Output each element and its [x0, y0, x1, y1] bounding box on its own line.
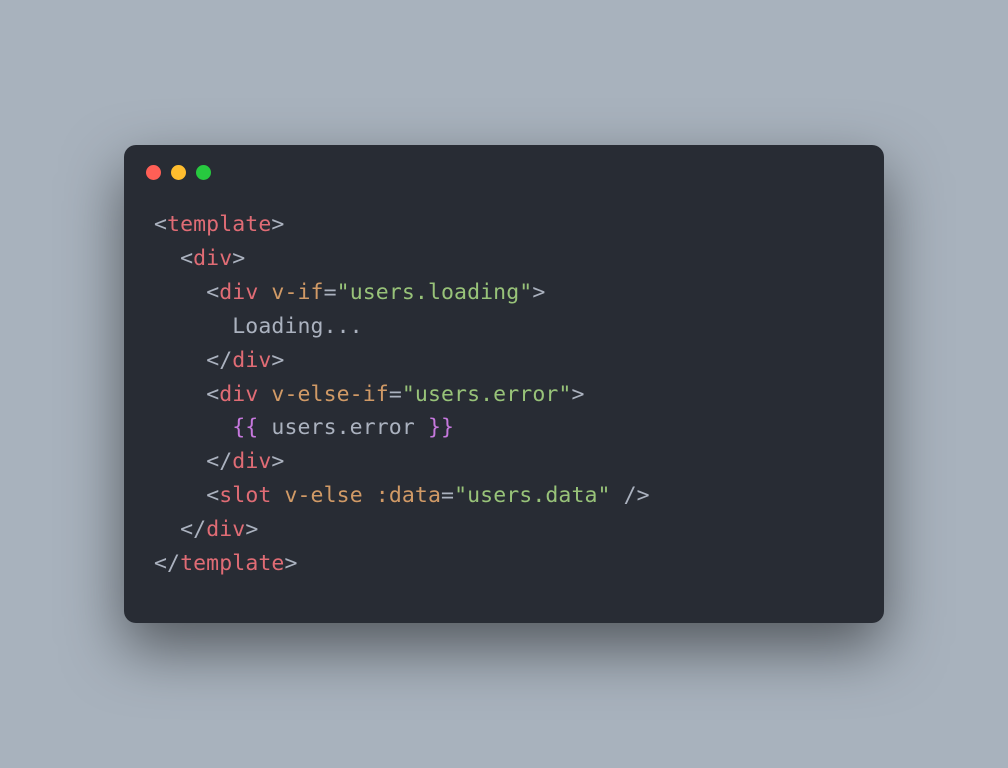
code-token-punct: </	[154, 551, 180, 576]
code-token-punct: <	[154, 212, 167, 237]
code-token-tag: template	[167, 212, 271, 237]
code-token-punct: >	[271, 348, 284, 373]
code-token-string: "users.loading"	[337, 280, 533, 305]
code-token-attr: v-if	[271, 280, 323, 305]
code-token-tag: div	[219, 382, 258, 407]
code-token-punct: </	[206, 449, 232, 474]
code-token-text: Loading...	[232, 314, 362, 339]
code-token-punct: >	[284, 551, 297, 576]
code-token-attr: :data	[376, 483, 441, 508]
code-token-punct: <	[206, 483, 219, 508]
code-token-text: users.error	[258, 415, 428, 440]
code-token-tag: div	[232, 348, 271, 373]
minimize-icon[interactable]	[171, 165, 186, 180]
code-window: <template> <div> <div v-if="users.loadin…	[124, 145, 884, 624]
code-token-attr: v-else	[284, 483, 362, 508]
code-token-punct: >	[532, 280, 545, 305]
code-token-punct: <	[206, 280, 219, 305]
code-token-punct: >	[271, 449, 284, 474]
code-token-punct: >	[571, 382, 584, 407]
code-token-punct: />	[624, 483, 650, 508]
code-token-string: "users.error"	[402, 382, 572, 407]
code-token-tag: div	[193, 246, 232, 271]
code-token-punct: <	[180, 246, 193, 271]
code-token-punct: =	[389, 382, 402, 407]
code-token-punct: =	[324, 280, 337, 305]
code-token-tag: div	[232, 449, 271, 474]
window-header	[124, 145, 884, 190]
maximize-icon[interactable]	[196, 165, 211, 180]
close-icon[interactable]	[146, 165, 161, 180]
code-token-string: "users.data"	[454, 483, 611, 508]
code-token-tag: slot	[219, 483, 271, 508]
code-token-punct: >	[271, 212, 284, 237]
code-token-punct: </	[180, 517, 206, 542]
code-token-punct: =	[441, 483, 454, 508]
code-token-punct: <	[206, 382, 219, 407]
code-token-tag: div	[206, 517, 245, 542]
code-token-punct: </	[206, 348, 232, 373]
code-token-brace: }}	[428, 415, 454, 440]
code-token-attr: v-else-if	[271, 382, 388, 407]
code-token-tag: div	[219, 280, 258, 305]
code-token-brace: {{	[232, 415, 258, 440]
code-block[interactable]: <template> <div> <div v-if="users.loadin…	[124, 190, 884, 624]
code-token-tag: template	[180, 551, 284, 576]
code-token-punct: >	[245, 517, 258, 542]
code-token-punct: >	[232, 246, 245, 271]
